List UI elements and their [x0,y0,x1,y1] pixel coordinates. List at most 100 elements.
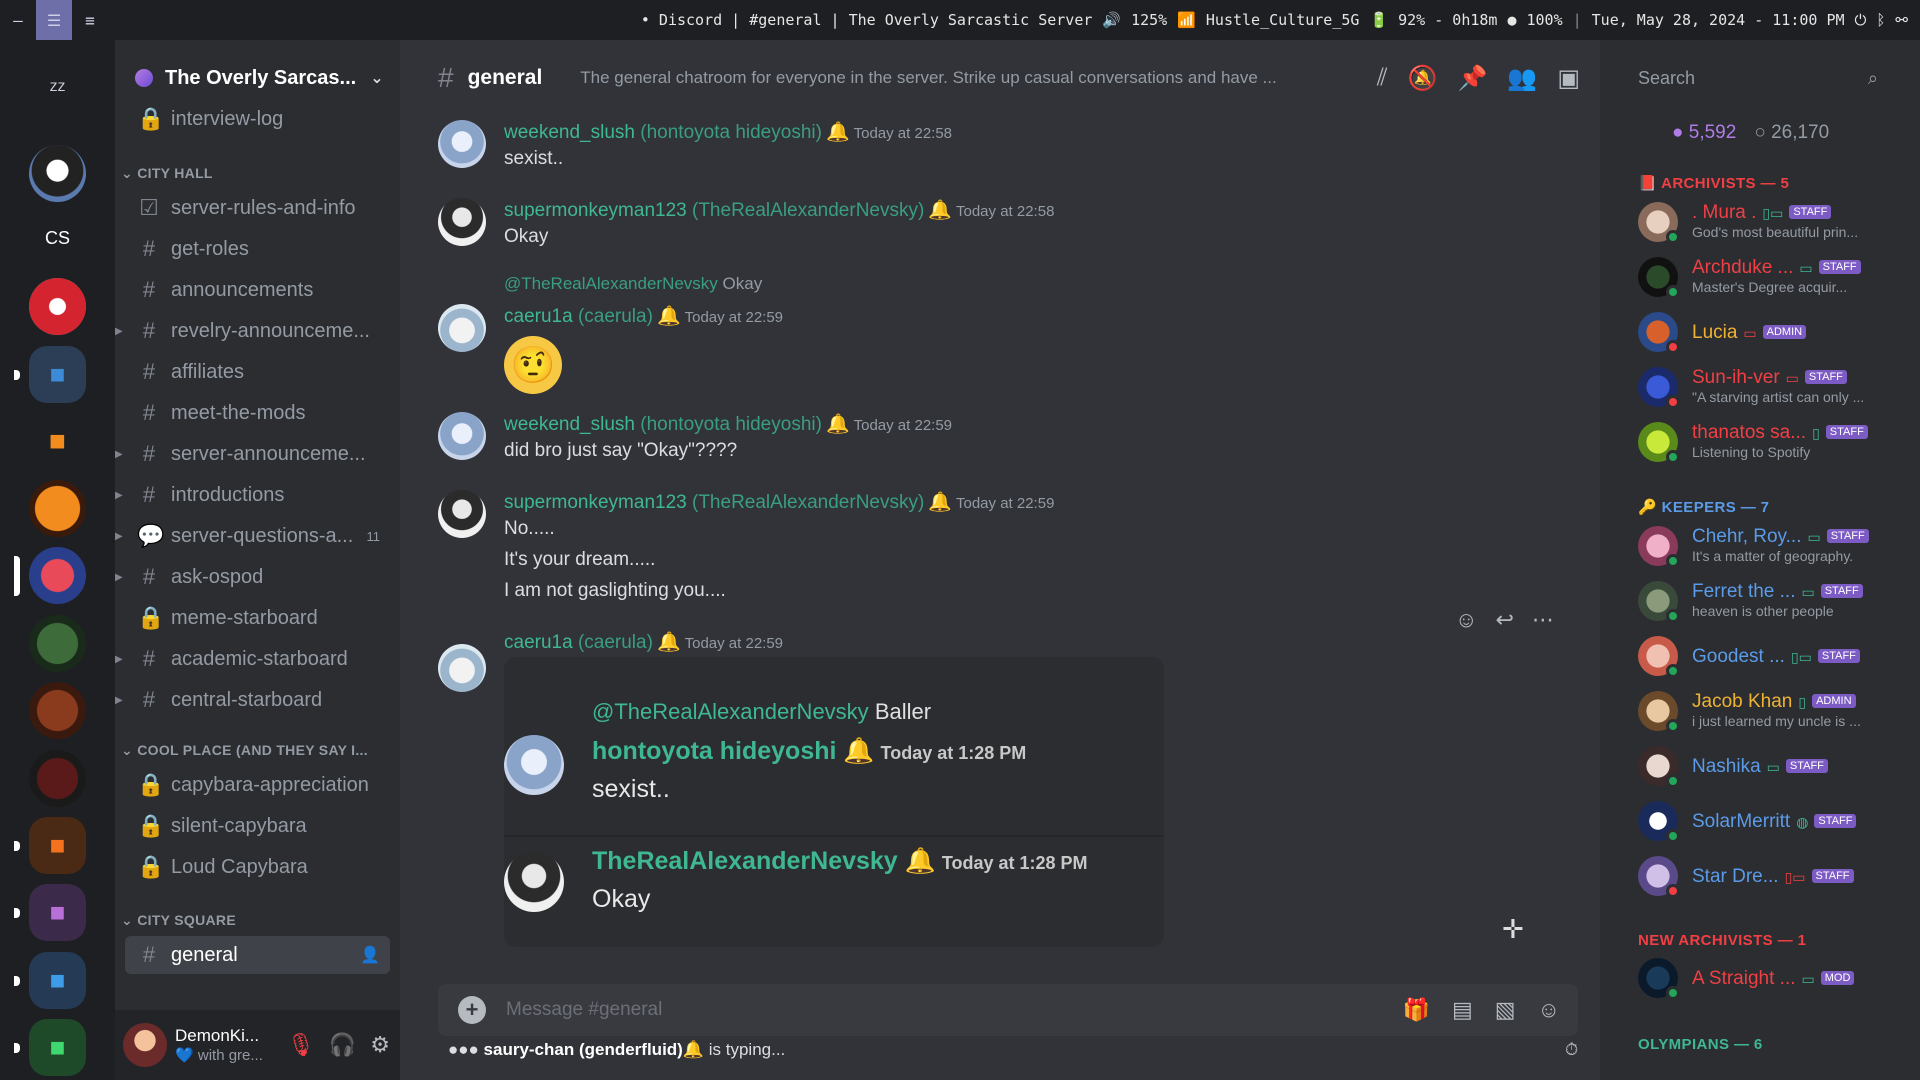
channel-server-announcements[interactable]: ▶ # server-announceme... [115,435,390,473]
server-overly-sarcastic-icon[interactable] [14,547,86,604]
channel-ask-ospod[interactable]: ▶ # ask-ospod [115,558,390,596]
channel-capybara-appreciation[interactable]: 🔒 capybara-appreciation [125,766,390,804]
member-item[interactable]: Sun-ih-ver ▭ STAFF "A starving artist can … [1638,367,1908,413]
member-item[interactable]: SolarMerritt ◍ STAFF [1638,801,1908,847]
channel-meme-starboard[interactable]: 🔒 meme-starboard [125,599,390,637]
folder-blue-icon[interactable]: ■ [14,346,86,403]
category-label: COOL PLACE (AND THEY SAY I... [137,742,368,758]
message-composer[interactable]: + Message #general 🎁 ▤ ▧ ☺ [438,984,1578,1036]
category-label: CITY HALL [137,165,213,181]
headphones-icon[interactable]: 🎧 [329,1032,356,1058]
channel-server-rules[interactable]: ☑ server-rules-and-info [125,189,390,227]
hash-icon: # [142,359,156,384]
members-icon[interactable]: 👥 [1507,64,1537,93]
channel-affiliates[interactable]: # affiliates [125,353,390,391]
member-item[interactable]: Nashika ▭ STAFF [1638,746,1908,792]
channel-academic-starboard[interactable]: ▶ # academic-starboard [115,640,390,678]
folder-orange2-icon[interactable]: ■ [14,817,86,874]
server-horse-icon[interactable] [29,480,86,537]
menu-icon[interactable]: ≡ [72,0,108,40]
category-cool-place[interactable]: ⌄ COOL PLACE (AND THEY SAY I... [121,742,368,759]
member-status: God's most beautiful prin... [1692,224,1859,240]
channel-topic[interactable]: The general chatroom for everyone in the… [580,68,1340,88]
network-icon[interactable]: ⚯ [1895,11,1908,29]
channel-announcements[interactable]: # announcements [125,271,390,309]
server-emblem-icon[interactable] [29,278,86,335]
sticker-icon[interactable]: ▧ [1495,997,1516,1023]
channel-introductions[interactable]: ▶ # introductions [115,476,390,514]
member-item[interactable]: Jacob Khan ▯ ADMIN i just learned my uncle… [1638,691,1908,737]
add-attachment-icon[interactable]: + [458,996,486,1024]
author-name[interactable]: weekend_slush [504,122,635,143]
reply-icon[interactable]: ↩ [1495,607,1513,633]
avatar[interactable] [438,490,486,538]
folder-blue2-icon[interactable]: ■ [14,952,86,1009]
avatar[interactable] [123,1023,167,1067]
member-item[interactable]: thanatos sa... ▯ STAFF Listening to Spotif… [1638,422,1908,468]
volume-icon[interactable]: 🔊 [1102,11,1121,29]
member-item[interactable]: A Straight ... ▭ MOD [1638,958,1908,1004]
channel-central-starboard[interactable]: ▶ # central-starboard [115,681,390,719]
mute-icon[interactable]: 🎙 [287,1032,315,1058]
server-panda-icon[interactable] [29,145,86,202]
category-city-square[interactable]: ⌄ CITY SQUARE [121,912,236,929]
battery-icon[interactable]: 🔋 [1369,11,1388,29]
member-item[interactable]: Goodest ... ▯▭ STAFF [1638,636,1908,682]
channel-label: server-announceme... [171,442,366,465]
bluetooth-icon[interactable]: ᛒ [1876,11,1885,29]
notification-muted-icon[interactable]: 🔕 [1408,64,1438,93]
member-item[interactable]: Star Dre... ▯▭ STAFF [1638,856,1908,902]
message-input[interactable]: Message #general [506,999,662,1021]
reply-preview[interactable]: @TheRealAlexanderNevsky Okay [504,274,762,294]
minimize-icon[interactable]: – [0,0,36,40]
server-fire-icon[interactable] [29,682,86,739]
member-item[interactable]: Lucia ▭ ADMIN [1638,312,1908,358]
member-item[interactable]: Archduke ... ▭ STAFF Master's Degree acqui… [1638,257,1908,303]
channel-interview-log[interactable]: 🔒 interview-log [125,100,390,138]
workspace-active-icon[interactable]: ☰ [36,0,72,40]
member-item[interactable]: Ferret the ... ▭ STAFF heaven is other peo… [1638,581,1908,627]
hash-icon: # [142,400,156,425]
channel-silent-capybara[interactable]: 🔒 silent-capybara [125,807,390,845]
folder-green-icon[interactable]: ■ [14,1019,86,1076]
gear-icon[interactable]: ⚙ [370,1032,390,1058]
channel-loud-capybara[interactable]: 🔒 Loud Capybara [125,848,390,886]
channel-revelry[interactable]: ▶ # revelry-announceme... [115,312,390,350]
channel-general[interactable]: # general 👤 [125,936,390,974]
sleep-icon[interactable]: ᶻᶻ [29,60,86,117]
server-forest-icon[interactable] [29,615,86,672]
channel-meet-the-mods[interactable]: # meet-the-mods [125,394,390,432]
channel-get-roles[interactable]: # get-roles [125,230,390,268]
message-image-attachment[interactable]: @TheRealAlexanderNevsky Baller hontoyota… [504,657,1164,947]
avatar[interactable] [438,198,486,246]
avatar[interactable] [438,644,486,692]
folder-orange-icon[interactable]: ■ [29,412,86,469]
server-cs[interactable]: CS [29,210,86,267]
member-item[interactable]: Chehr, Roy... ▭ STAFF It's a matter of geo… [1638,526,1908,572]
author-name[interactable]: caeru1a [504,306,573,327]
add-reaction-icon[interactable]: ☺ [1455,607,1477,633]
threads-icon[interactable]: ⫽ [1377,64,1388,93]
pin-icon[interactable]: 📌 [1458,64,1488,93]
avatar[interactable] [438,120,486,168]
avatar[interactable] [438,304,486,352]
author-name[interactable]: caeru1a [504,632,573,653]
invite-icon[interactable]: 👤 [360,945,380,965]
emoji-icon[interactable]: ☺ [1538,997,1560,1023]
author-name[interactable]: supermonkeyman123 [504,492,687,513]
avatar[interactable] [438,412,486,460]
more-icon[interactable]: ⋯ [1532,607,1554,633]
inbox-icon[interactable]: ▣ [1557,64,1580,93]
category-city-hall[interactable]: ⌄ CITY HALL [121,165,213,182]
author-name[interactable]: supermonkeyman123 [504,200,687,221]
folder-purple-icon[interactable]: ■ [14,884,86,941]
server-dark-icon[interactable] [29,750,86,807]
wifi-icon[interactable]: 📶 [1177,11,1196,29]
search-input[interactable]: Search ⌕ [1638,60,1878,96]
gif-icon[interactable]: ▤ [1452,997,1473,1023]
channel-server-questions[interactable]: ▶ 💬 server-questions-a... 11 [115,517,390,555]
power-icon[interactable]: ⏻ [1855,11,1867,29]
gift-icon[interactable]: 🎁 [1403,997,1430,1023]
author-name[interactable]: weekend_slush [504,414,635,435]
member-item[interactable]: . Mura . ▯▭ STAFF God's most beautiful pri… [1638,202,1908,248]
